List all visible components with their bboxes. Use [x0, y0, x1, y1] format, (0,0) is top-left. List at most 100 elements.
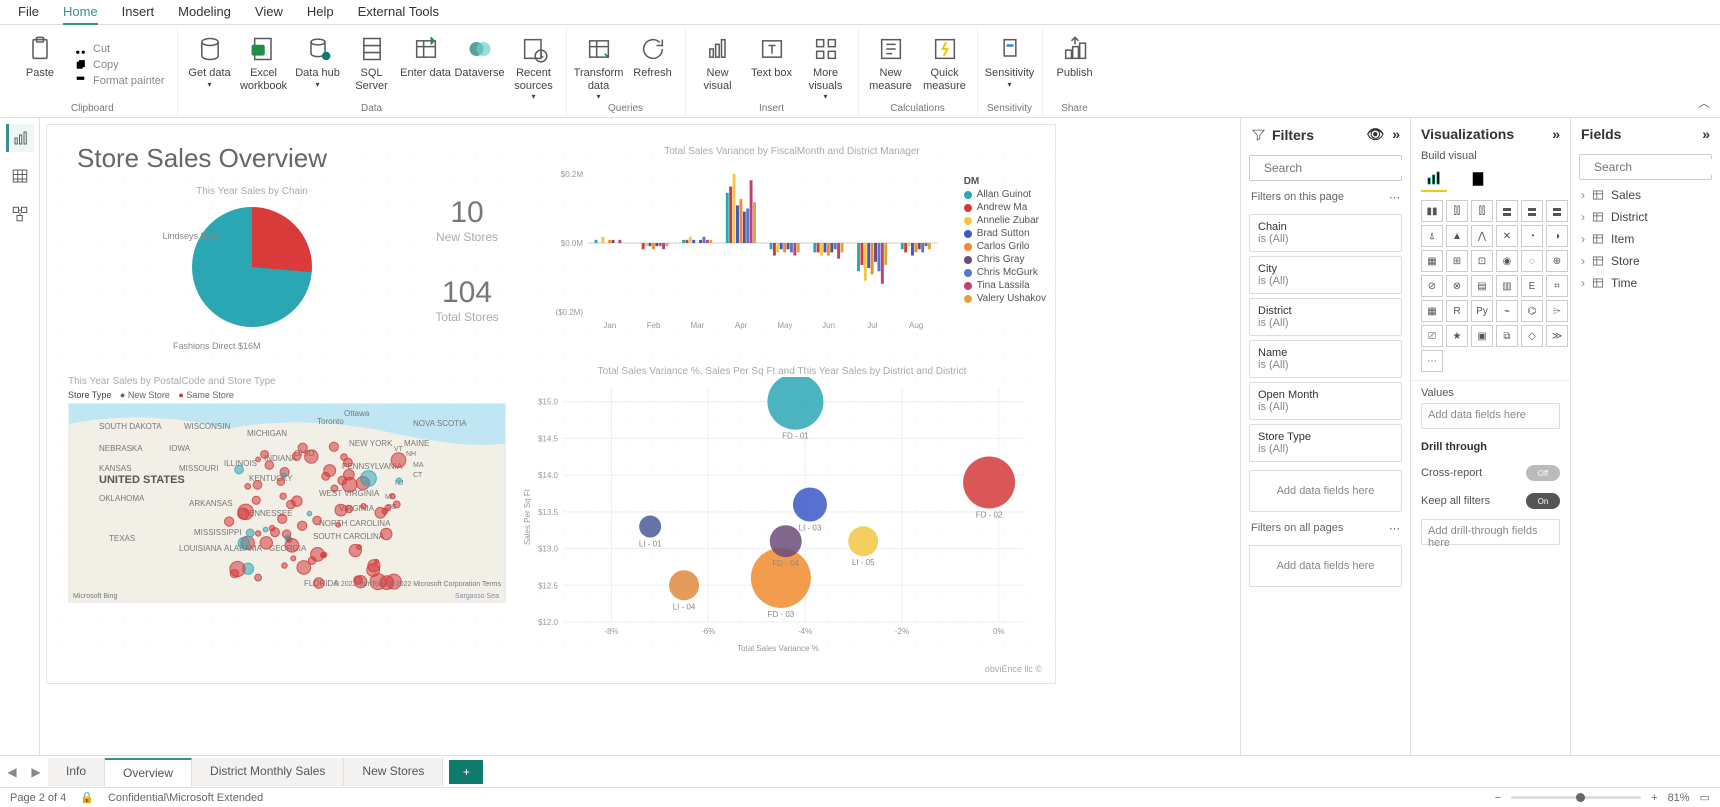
viz-type-0[interactable]: ▮▮	[1421, 200, 1443, 222]
viz-type-13[interactable]: ⊞	[1446, 250, 1468, 272]
cut-button[interactable]: Cut	[74, 43, 165, 56]
page-tab-overview[interactable]: Overview	[105, 758, 192, 786]
fields-search[interactable]	[1579, 154, 1712, 180]
build-visual-tab[interactable]	[1421, 166, 1447, 192]
viz-type-7[interactable]: ▲	[1446, 225, 1468, 247]
menu-view[interactable]: View	[255, 4, 283, 20]
menu-help[interactable]: Help	[307, 4, 334, 20]
filters-page-dropzone[interactable]: Add data fields here	[1249, 470, 1402, 512]
collapse-filters-button[interactable]: »	[1392, 126, 1400, 142]
viz-type-8[interactable]: ⋀	[1471, 225, 1493, 247]
viz-type-4[interactable]: 〓	[1521, 200, 1543, 222]
report-view-button[interactable]	[6, 124, 34, 152]
viz-type-30[interactable]: ⎚	[1421, 325, 1443, 347]
viz-type-15[interactable]: ◉	[1496, 250, 1518, 272]
viz-type-22[interactable]: E	[1521, 275, 1543, 297]
menu-external-tools[interactable]: External Tools	[358, 4, 439, 20]
cross-report-toggle[interactable]: Off	[1526, 465, 1560, 481]
add-page-button[interactable]: +	[449, 760, 483, 784]
menu-modeling[interactable]: Modeling	[178, 4, 231, 20]
data-hub-button[interactable]: Data hub▾	[292, 29, 344, 101]
viz-type-16[interactable]: ◌	[1521, 250, 1543, 272]
viz-type-18[interactable]: ⊘	[1421, 275, 1443, 297]
zoom-in-button[interactable]: +	[1651, 792, 1657, 804]
refresh-button[interactable]: Refresh	[627, 29, 679, 101]
transform-data-button[interactable]: Transform data▾	[573, 29, 625, 101]
viz-type-11[interactable]: ◑	[1546, 225, 1568, 247]
more-icon[interactable]: ⋯	[1389, 522, 1400, 535]
viz-type-17[interactable]: ⊕	[1546, 250, 1568, 272]
viz-type-33[interactable]: ⧉	[1496, 325, 1518, 347]
viz-type-29[interactable]: ⌲	[1546, 300, 1568, 322]
filter-card-district[interactable]: Districtis (All)	[1249, 298, 1402, 336]
field-table-item[interactable]: ›Item	[1571, 228, 1720, 250]
data-view-button[interactable]	[6, 162, 34, 190]
next-page-button[interactable]: ▶	[24, 765, 48, 779]
get-data-button[interactable]: Get data▾	[184, 29, 236, 101]
collapse-ribbon-button[interactable]: ︿	[1698, 94, 1710, 111]
sql-server-button[interactable]: SQL Server	[346, 29, 398, 101]
page-tab-district-monthly-sales[interactable]: District Monthly Sales	[192, 758, 344, 786]
viz-type-9[interactable]: ✕	[1496, 225, 1518, 247]
eye-icon[interactable]: 👁	[1366, 126, 1384, 142]
enter-data-button[interactable]: Enter data	[400, 29, 452, 101]
viz-type-32[interactable]: ▣	[1471, 325, 1493, 347]
viz-type-10[interactable]: ◔	[1521, 225, 1543, 247]
field-table-store[interactable]: ›Store	[1571, 250, 1720, 272]
visual-pie[interactable]: This Year Sales by Chain Lindseys $6M Fa…	[127, 185, 377, 328]
zoom-out-button[interactable]: −	[1495, 792, 1501, 804]
viz-type-1[interactable]: ⫿⫿	[1446, 200, 1468, 222]
more-icon[interactable]: ⋯	[1389, 191, 1400, 204]
menu-insert[interactable]: Insert	[122, 4, 155, 20]
format-visual-tab[interactable]	[1465, 166, 1491, 192]
model-view-button[interactable]	[6, 200, 34, 228]
field-table-time[interactable]: ›Time	[1571, 272, 1720, 294]
report-canvas[interactable]: Store Sales Overview This Year Sales by …	[40, 118, 1240, 755]
collapse-fields-button[interactable]: »	[1702, 126, 1710, 142]
zoom-slider[interactable]	[1511, 796, 1641, 799]
viz-type-14[interactable]: ⊡	[1471, 250, 1493, 272]
sensitivity-button[interactable]: Sensitivity▾	[984, 29, 1036, 101]
new-measure-button[interactable]: New measure	[865, 29, 917, 101]
field-table-sales[interactable]: ›Sales	[1571, 184, 1720, 206]
fit-page-button[interactable]: ▭	[1700, 791, 1710, 804]
filter-card-open-month[interactable]: Open Monthis (All)	[1249, 382, 1402, 420]
viz-type-34[interactable]: ◇	[1521, 325, 1543, 347]
quick-measure-button[interactable]: Quick measure	[919, 29, 971, 101]
publish-button[interactable]: Publish	[1049, 29, 1101, 101]
viz-type-5[interactable]: 〓	[1546, 200, 1568, 222]
field-table-district[interactable]: ›District	[1571, 206, 1720, 228]
viz-type-12[interactable]: ▦	[1421, 250, 1443, 272]
viz-type-35[interactable]: ≫	[1546, 325, 1568, 347]
viz-type-26[interactable]: Py	[1471, 300, 1493, 322]
viz-type-27[interactable]: ⌁	[1496, 300, 1518, 322]
page-tab-new-stores[interactable]: New Stores	[344, 758, 443, 786]
viz-type-19[interactable]: ⊗	[1446, 275, 1468, 297]
filter-card-store-type[interactable]: Store Typeis (All)	[1249, 424, 1402, 462]
viz-type-28[interactable]: ⌬	[1521, 300, 1543, 322]
keep-filters-toggle[interactable]: On	[1526, 493, 1560, 509]
visual-kpi-new-stores[interactable]: 10 New Stores	[397, 195, 537, 245]
recent-sources-button[interactable]: Recent sources▾	[508, 29, 560, 101]
filter-card-city[interactable]: Cityis (All)	[1249, 256, 1402, 294]
visual-kpi-total-stores[interactable]: 104 Total Stores	[397, 275, 537, 325]
viz-type-20[interactable]: ▤	[1471, 275, 1493, 297]
filter-card-chain[interactable]: Chainis (All)	[1249, 214, 1402, 252]
format-painter-button[interactable]: Format painter	[74, 75, 165, 88]
drillthrough-well[interactable]: Add drill-through fields here	[1421, 519, 1560, 545]
new-visual-button[interactable]: New visual	[692, 29, 744, 101]
prev-page-button[interactable]: ◀	[0, 765, 24, 779]
menu-file[interactable]: File	[18, 4, 39, 20]
filters-all-dropzone[interactable]: Add data fields here	[1249, 545, 1402, 587]
viz-type-3[interactable]: 〓	[1496, 200, 1518, 222]
viz-type-36[interactable]: ⋯	[1421, 350, 1443, 372]
viz-type-25[interactable]: R	[1446, 300, 1468, 322]
viz-type-24[interactable]: ▦	[1421, 300, 1443, 322]
filter-card-name[interactable]: Nameis (All)	[1249, 340, 1402, 378]
menu-home[interactable]: Home	[63, 4, 98, 25]
viz-type-23[interactable]: ⌗	[1546, 275, 1568, 297]
viz-type-21[interactable]: ▥	[1496, 275, 1518, 297]
visual-scatter[interactable]: Total Sales Variance %, Sales Per Sq Ft …	[517, 365, 1047, 675]
dataverse-button[interactable]: Dataverse	[454, 29, 506, 101]
copy-button[interactable]: Copy	[74, 59, 165, 72]
